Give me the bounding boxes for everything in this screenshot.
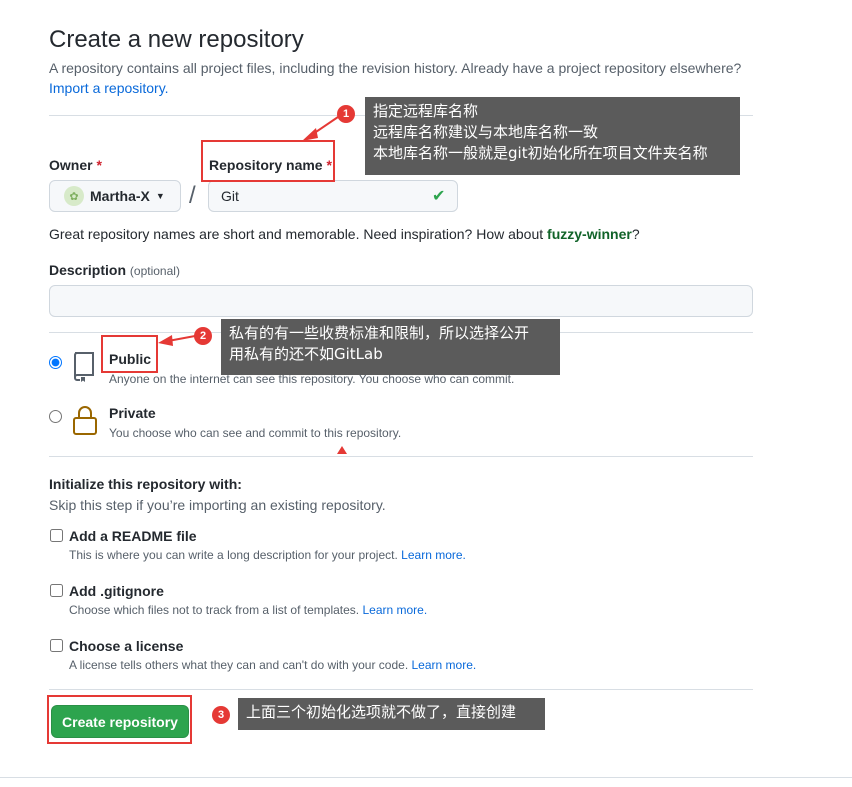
- annotation-badge-1: 1: [337, 105, 355, 123]
- annotation-badge-3: 3: [212, 706, 230, 724]
- annotation-badge-2: 2: [194, 327, 212, 345]
- annotation-note-3: 上面三个初始化选项就不做了，直接创建: [238, 698, 545, 730]
- arrow-head-1: [302, 128, 318, 141]
- arrow-head-2: [158, 335, 173, 346]
- annotation-note-2: 私有的有一些收费标准和限制，所以选择公开 用私有的还不如GitLab: [221, 319, 560, 375]
- annotation-note-1: 指定远程库名称 远程库名称建议与本地库名称一致 本地库名称一般就是git初始化所…: [365, 97, 740, 175]
